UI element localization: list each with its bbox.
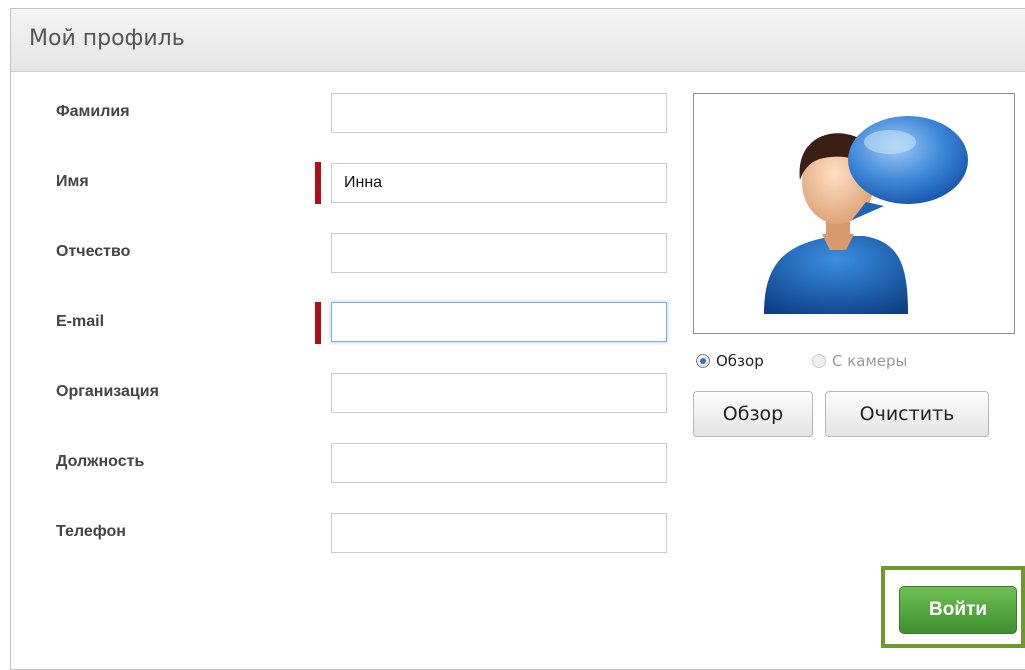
field-label-phone: Телефон — [56, 523, 126, 540]
clear-button[interactable]: Очистить — [825, 391, 989, 437]
middle-name-input[interactable] — [331, 233, 667, 273]
radio-camera-label: С камеры — [832, 352, 908, 370]
browse-button[interactable]: Обзор — [693, 391, 813, 437]
user-avatar-with-speech-bubble-icon — [764, 116, 968, 314]
radio-browse-label: Обзор — [716, 352, 764, 370]
radio-browse[interactable] — [696, 354, 710, 368]
email-input[interactable] — [331, 302, 667, 342]
organization-input[interactable] — [331, 373, 667, 413]
login-button[interactable]: Войти — [899, 586, 1017, 634]
position-input[interactable] — [331, 443, 667, 483]
field-label-email: E-mail — [56, 313, 105, 330]
required-marker-email — [315, 302, 321, 344]
field-label-first-name: Имя — [56, 173, 89, 190]
profile-photo — [693, 93, 1015, 334]
field-label-middle-name: Отчество — [56, 243, 131, 260]
required-marker-first-name — [315, 162, 321, 204]
panel-title: Мой профиль — [29, 26, 185, 51]
first-name-input[interactable]: Инна — [331, 163, 667, 203]
field-label-position: Должность — [56, 453, 145, 470]
last-name-input[interactable] — [331, 93, 667, 133]
field-label-organization: Организация — [56, 383, 159, 400]
radio-camera[interactable] — [812, 354, 826, 368]
field-label-last-name: Фамилия — [56, 103, 130, 120]
panel-header: Мой профиль — [11, 9, 1025, 72]
phone-input[interactable] — [331, 513, 667, 553]
